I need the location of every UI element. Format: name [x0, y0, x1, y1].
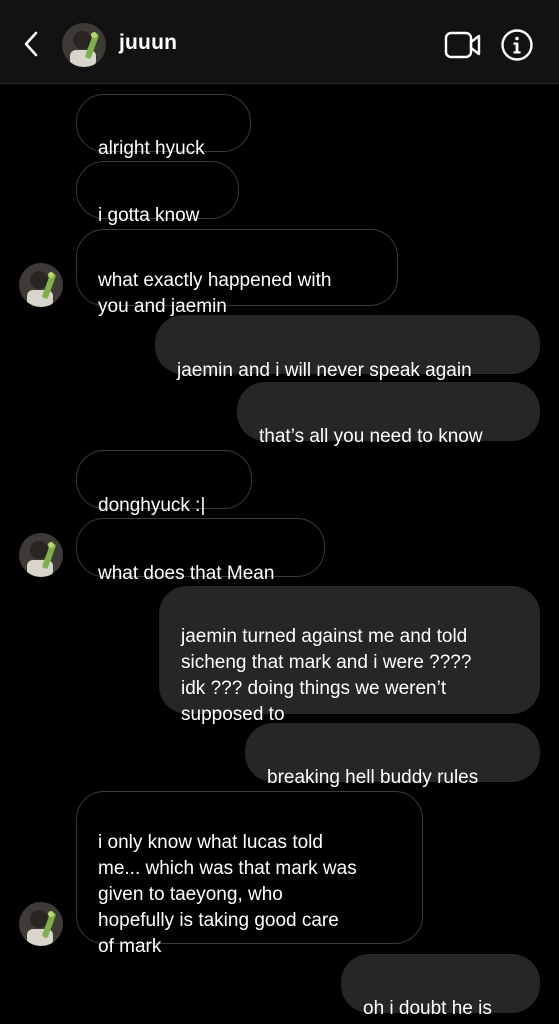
message-bubble-incoming[interactable]: what does that Mean: [76, 518, 325, 584]
message-text: donghyuck :|: [98, 495, 206, 516]
message-bubble-outgoing[interactable]: breaking hell buddy rules: [245, 723, 540, 788]
message-bubble-outgoing[interactable]: that’s all you need to know: [237, 382, 540, 447]
message-text: what does that Mean: [98, 563, 275, 584]
message-bubble-incoming[interactable]: alright hyuck: [76, 94, 251, 159]
message-bubble-outgoing[interactable]: oh i doubt he is: [341, 954, 540, 1019]
message-bubble-incoming[interactable]: what exactly happened with you and jaemi…: [76, 229, 398, 317]
message-text: i only know what lucas told me... which …: [98, 832, 357, 957]
video-call-button[interactable]: [444, 30, 482, 60]
chat-username[interactable]: juuun: [119, 31, 177, 55]
message-text: jaemin turned against me and told sichen…: [181, 626, 472, 725]
chevron-left-icon: [24, 31, 38, 57]
message-bubble-incoming[interactable]: donghyuck :|: [76, 450, 252, 516]
video-camera-icon: [444, 31, 481, 59]
message-text: breaking hell buddy rules: [267, 767, 479, 788]
message-bubble-outgoing[interactable]: jaemin turned against me and told sichen…: [159, 586, 540, 725]
info-button[interactable]: [500, 28, 534, 62]
message-text: alright hyuck: [98, 138, 205, 159]
chat-header: juuun: [0, 0, 559, 84]
message-text: oh i doubt he is: [363, 998, 492, 1019]
message-text: what exactly happened with you and jaemi…: [98, 270, 332, 317]
message-text: jaemin and i will never speak again: [177, 360, 472, 381]
message-bubble-incoming[interactable]: i only know what lucas told me... which …: [76, 791, 423, 957]
avatar[interactable]: [62, 23, 106, 67]
message-bubble-outgoing[interactable]: jaemin and i will never speak again: [155, 315, 540, 381]
avatar[interactable]: [19, 533, 63, 577]
message-text: i gotta know: [98, 205, 200, 226]
avatar[interactable]: [19, 902, 63, 946]
avatar[interactable]: [19, 263, 63, 307]
back-button[interactable]: [18, 28, 46, 60]
message-bubble-incoming[interactable]: i gotta know: [76, 161, 239, 226]
info-icon: [501, 29, 533, 61]
message-text: that’s all you need to know: [259, 426, 483, 447]
